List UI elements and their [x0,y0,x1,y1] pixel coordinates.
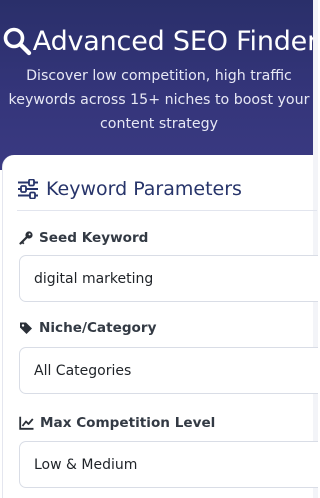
seed-keyword-label: Seed Keyword [19,228,148,248]
seed-keyword-value: digital marketing [34,270,154,287]
tag-icon [19,321,33,335]
header-divider [17,210,317,211]
scroll-edge [313,0,318,498]
max-competition-label: Max Competition Level [19,413,215,433]
niche-category-label-text: Niche/Category [39,320,157,336]
seo-finder-page: Advanced SEO Finder Discover low competi… [0,0,318,498]
page-subtitle: Discover low competition, high traffic k… [0,64,318,136]
max-competition-value: Low & Medium [34,456,138,473]
subtitle-line-1: Discover low competition, high traffic [26,68,292,84]
niche-category-select[interactable]: All Categories [19,347,318,394]
niche-category-value: All Categories [34,362,132,379]
page-title: Advanced SEO Finder [2,22,318,60]
seed-keyword-input[interactable]: digital marketing [19,255,318,302]
subtitle-line-3: content strategy [99,116,218,132]
key-icon [19,231,33,245]
max-competition-label-text: Max Competition Level [40,415,216,431]
chart-line-icon [19,416,34,430]
parameters-header: Keyword Parameters [17,172,242,206]
parameters-title: Keyword Parameters [46,178,242,200]
seed-keyword-label-text: Seed Keyword [39,230,149,246]
niche-category-label: Niche/Category [19,318,156,338]
search-icon [2,26,33,56]
page-title-text: Advanced SEO Finder [32,25,318,57]
subtitle-line-2: keywords across 15+ niches to boost your [8,92,310,108]
max-competition-select[interactable]: Low & Medium [19,441,318,488]
sliders-icon [17,179,39,199]
